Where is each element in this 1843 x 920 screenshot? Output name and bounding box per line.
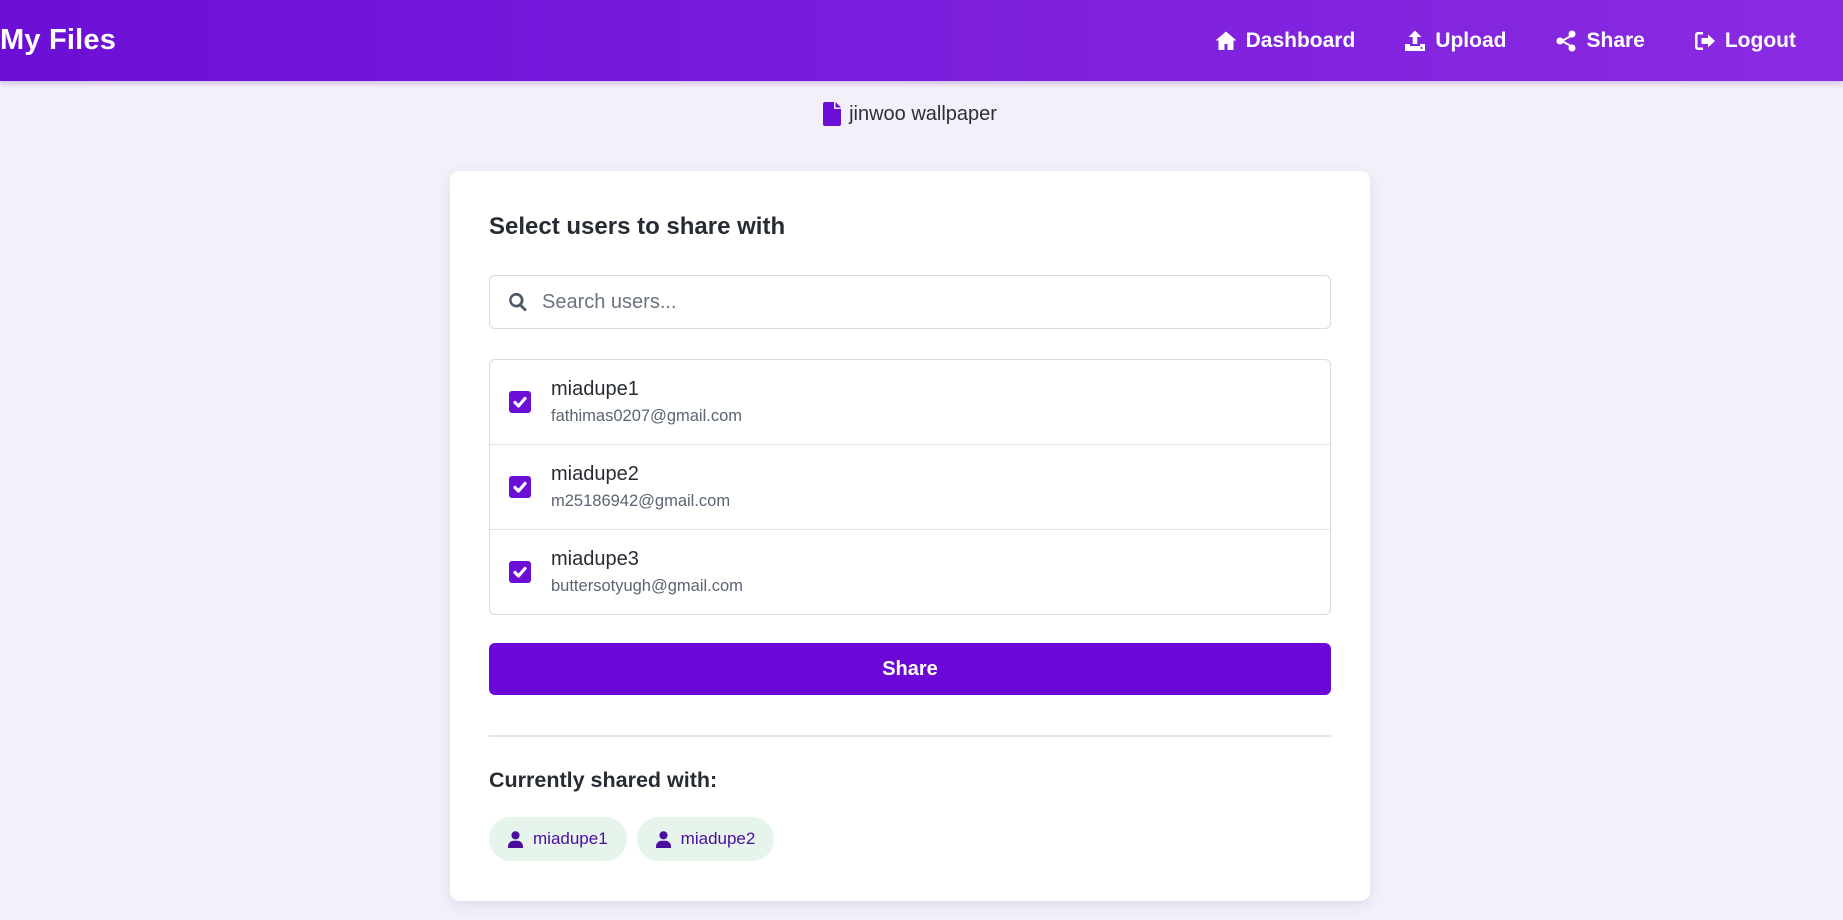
nav-logout-link[interactable]: Logout: [1693, 29, 1796, 53]
nav-links: Dashboard Upload Share Logout: [1166, 29, 1796, 53]
check-icon: [513, 481, 527, 493]
nav-upload-link[interactable]: Upload: [1403, 29, 1506, 53]
user-info: miadupe2 m25186942@gmail.com: [551, 463, 730, 511]
user-row[interactable]: miadupe3 buttersotyugh@gmail.com: [490, 530, 1330, 614]
user-search-box[interactable]: [489, 275, 1331, 329]
nav-dashboard-link[interactable]: Dashboard: [1214, 28, 1356, 53]
user-info: miadupe3 buttersotyugh@gmail.com: [551, 548, 743, 596]
user-row[interactable]: miadupe2 m25186942@gmail.com: [490, 445, 1330, 530]
user-email: fathimas0207@gmail.com: [551, 407, 742, 425]
brand-title[interactable]: My Files: [0, 24, 116, 57]
user-checkbox[interactable]: [509, 476, 531, 498]
check-icon: [513, 566, 527, 578]
home-icon: [1214, 29, 1238, 53]
user-name: miadupe3: [551, 548, 639, 570]
logout-icon: [1693, 29, 1717, 53]
section-divider: [489, 735, 1331, 737]
search-input[interactable]: [540, 289, 1330, 315]
user-checkbox[interactable]: [509, 561, 531, 583]
nav-share-link[interactable]: Share: [1554, 28, 1645, 53]
user-icon: [508, 830, 523, 848]
shared-user-name: miadupe2: [680, 829, 756, 848]
user-row[interactable]: miadupe1 fathimas0207@gmail.com: [490, 360, 1330, 445]
file-title: jinwoo wallpaper: [0, 102, 1820, 126]
top-navbar: My Files Dashboard Upload Share Logout: [0, 0, 1843, 81]
share-card: Select users to share with miadupe1 fath…: [450, 171, 1370, 901]
user-info: miadupe1 fathimas0207@gmail.com: [551, 378, 742, 426]
user-email: buttersotyugh@gmail.com: [551, 577, 743, 595]
search-icon: [507, 291, 529, 313]
user-name: miadupe2: [551, 463, 639, 485]
upload-icon: [1403, 29, 1427, 53]
nav-upload-label: Upload: [1435, 28, 1507, 52]
share-icon: [1554, 29, 1578, 53]
user-icon: [655, 830, 671, 848]
file-name: jinwoo wallpaper: [849, 102, 997, 125]
shared-user-name: miadupe1: [533, 829, 608, 848]
nav-logout-label: Logout: [1724, 28, 1796, 52]
share-button[interactable]: Share: [489, 643, 1331, 695]
check-icon: [513, 396, 527, 408]
user-email: m25186942@gmail.com: [551, 492, 731, 510]
share-heading: Select users to share with: [489, 213, 786, 240]
nav-dashboard-label: Dashboard: [1245, 28, 1356, 52]
user-checkbox[interactable]: [509, 391, 531, 413]
file-icon: [823, 102, 842, 126]
nav-share-label: Share: [1586, 28, 1645, 52]
shared-users-list: miadupe1 miadupe2: [489, 817, 784, 861]
user-name: miadupe1: [551, 378, 639, 400]
shared-user-chip: miadupe2: [636, 817, 775, 861]
shared-with-heading: Currently shared with:: [489, 768, 718, 792]
shared-user-chip: miadupe1: [489, 817, 627, 861]
user-list: miadupe1 fathimas0207@gmail.com miadupe2…: [489, 359, 1331, 615]
